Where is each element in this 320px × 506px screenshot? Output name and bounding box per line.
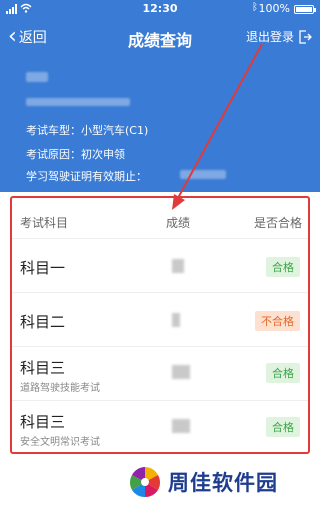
status-badge: 合格 [266,363,300,383]
subject-name: 科目二 [20,313,66,331]
bluetooth-icon: ᛒ [252,2,258,13]
cert-validity-row: 学习驾驶证明有效期止： [26,170,147,183]
redacted-name [26,72,48,82]
subject-name: 科目一 [20,259,66,277]
subject-description: 安全文明常识考试 [20,437,100,448]
logout-label: 退出登录 [245,30,294,44]
redacted-score [172,259,184,273]
redacted-cert-date [180,170,226,179]
pinwheel-logo-icon [129,467,161,498]
nav-header: ‹ 返回 成绩查询 退出登录 [0,18,320,56]
table-header: 考试科目 成绩 是否合格 [12,198,308,238]
table-row[interactable]: 科目二 不合格 [12,292,308,346]
status-bar: 12:30 ᛒ 100% [0,0,320,18]
table-row[interactable]: 科目三 道路驾驶技能考试 合格 [12,346,308,400]
subject-name: 科目三 [20,413,66,431]
exam-reason-row: 考试原因：初次申领 [26,148,125,161]
redacted-score [172,365,190,379]
column-header-pass: 是否合格 [253,216,302,230]
column-header-score: 成绩 [166,216,191,230]
watermark-text: 周佳软件园 [168,471,278,495]
table-row[interactable]: 科目三 安全文明常识考试 合格 [12,400,308,454]
table-row[interactable]: 科目一 合格 [12,238,308,292]
examinee-info: 考试车型：小型汽车(C1) 考试原因：初次申领 学习驾驶证明有效期止： [0,56,320,192]
subject-description: 道路驾驶技能考试 [20,383,100,394]
status-badge: 合格 [266,257,300,277]
subject-name: 科目三 [20,359,66,377]
status-badge: 不合格 [255,311,300,331]
column-header-subject: 考试科目 [20,216,69,230]
redacted-id-number [26,98,130,106]
battery-icon [294,5,316,14]
vehicle-type-row: 考试车型：小型汽车(C1) [26,124,149,137]
logout-icon [299,29,312,44]
status-badge: 合格 [266,417,300,437]
redacted-score [172,419,190,433]
battery-percentage: 100% [258,2,290,15]
watermark: 周佳软件园 [128,460,320,504]
score-table: 考试科目 成绩 是否合格 科目一 合格 科目二 不合格 科目三 道路驾驶技能考试… [10,196,310,454]
redacted-score [172,313,180,327]
logout-button[interactable]: 退出登录 [246,28,312,45]
